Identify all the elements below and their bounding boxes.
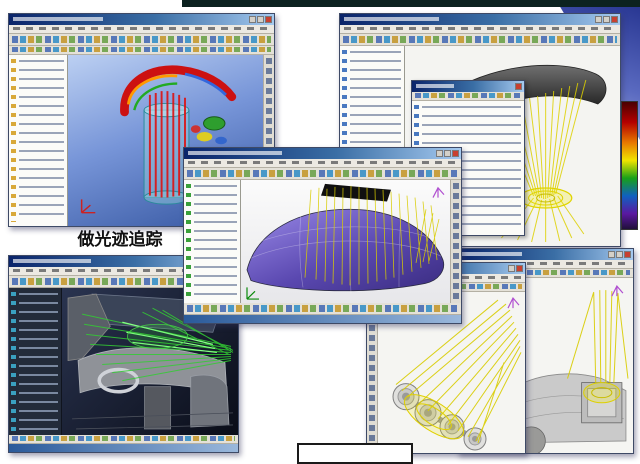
feature-tree-panel[interactable] — [9, 55, 68, 226]
close-icon[interactable] — [624, 251, 631, 258]
color-scale-bar — [621, 101, 638, 230]
side-toolbar[interactable] — [450, 180, 461, 303]
minimize-icon[interactable] — [249, 16, 256, 23]
compass-icon — [433, 188, 444, 198]
maximize-icon[interactable] — [603, 16, 610, 23]
toolbar[interactable] — [9, 34, 274, 46]
slide-top-bar — [182, 0, 640, 7]
close-icon[interactable] — [516, 265, 523, 272]
title-bar[interactable] — [340, 14, 620, 25]
close-icon[interactable] — [265, 16, 272, 23]
menu-bar[interactable] — [184, 159, 461, 168]
close-icon[interactable] — [515, 83, 522, 90]
title-bar[interactable] — [9, 14, 274, 25]
menu-bar[interactable] — [340, 25, 620, 34]
maximize-icon[interactable] — [444, 150, 451, 157]
status-bar — [9, 444, 238, 452]
menu-bar[interactable] — [9, 25, 274, 34]
toolbar[interactable] — [184, 168, 461, 180]
maximize-icon[interactable] — [508, 265, 515, 272]
close-icon[interactable] — [611, 16, 618, 23]
bottom-toolbar[interactable] — [9, 435, 238, 444]
window-controls[interactable] — [595, 16, 618, 23]
compass-icon — [508, 298, 519, 308]
bottom-toolbar[interactable] — [184, 303, 461, 315]
maximize-icon[interactable] — [257, 16, 264, 23]
viewport-3d[interactable] — [241, 180, 450, 303]
compass-icon — [612, 286, 623, 296]
minimize-icon[interactable] — [436, 150, 443, 157]
toolbar-secondary[interactable] — [9, 46, 274, 55]
window-controls[interactable] — [508, 265, 523, 272]
minimize-icon[interactable] — [595, 16, 602, 23]
cad-window-car-body[interactable] — [183, 147, 462, 324]
close-icon[interactable] — [452, 150, 459, 157]
toolbar[interactable] — [340, 34, 620, 46]
window-controls[interactable] — [249, 16, 272, 23]
maximize-icon[interactable] — [616, 251, 623, 258]
window-controls[interactable] — [608, 251, 631, 258]
axis-triad-icon — [247, 287, 259, 299]
toolbar[interactable] — [412, 92, 524, 101]
status-bar — [184, 315, 461, 323]
title-bar[interactable] — [184, 148, 461, 159]
axis-triad-icon — [82, 199, 96, 212]
title-bar[interactable] — [412, 81, 524, 92]
title-bar[interactable] — [458, 249, 633, 260]
spec-tree-panel[interactable] — [184, 180, 241, 303]
spec-tree-panel[interactable] — [9, 288, 62, 435]
minimize-icon[interactable] — [608, 251, 615, 258]
window-controls[interactable] — [515, 83, 522, 90]
window-controls[interactable] — [436, 150, 459, 157]
